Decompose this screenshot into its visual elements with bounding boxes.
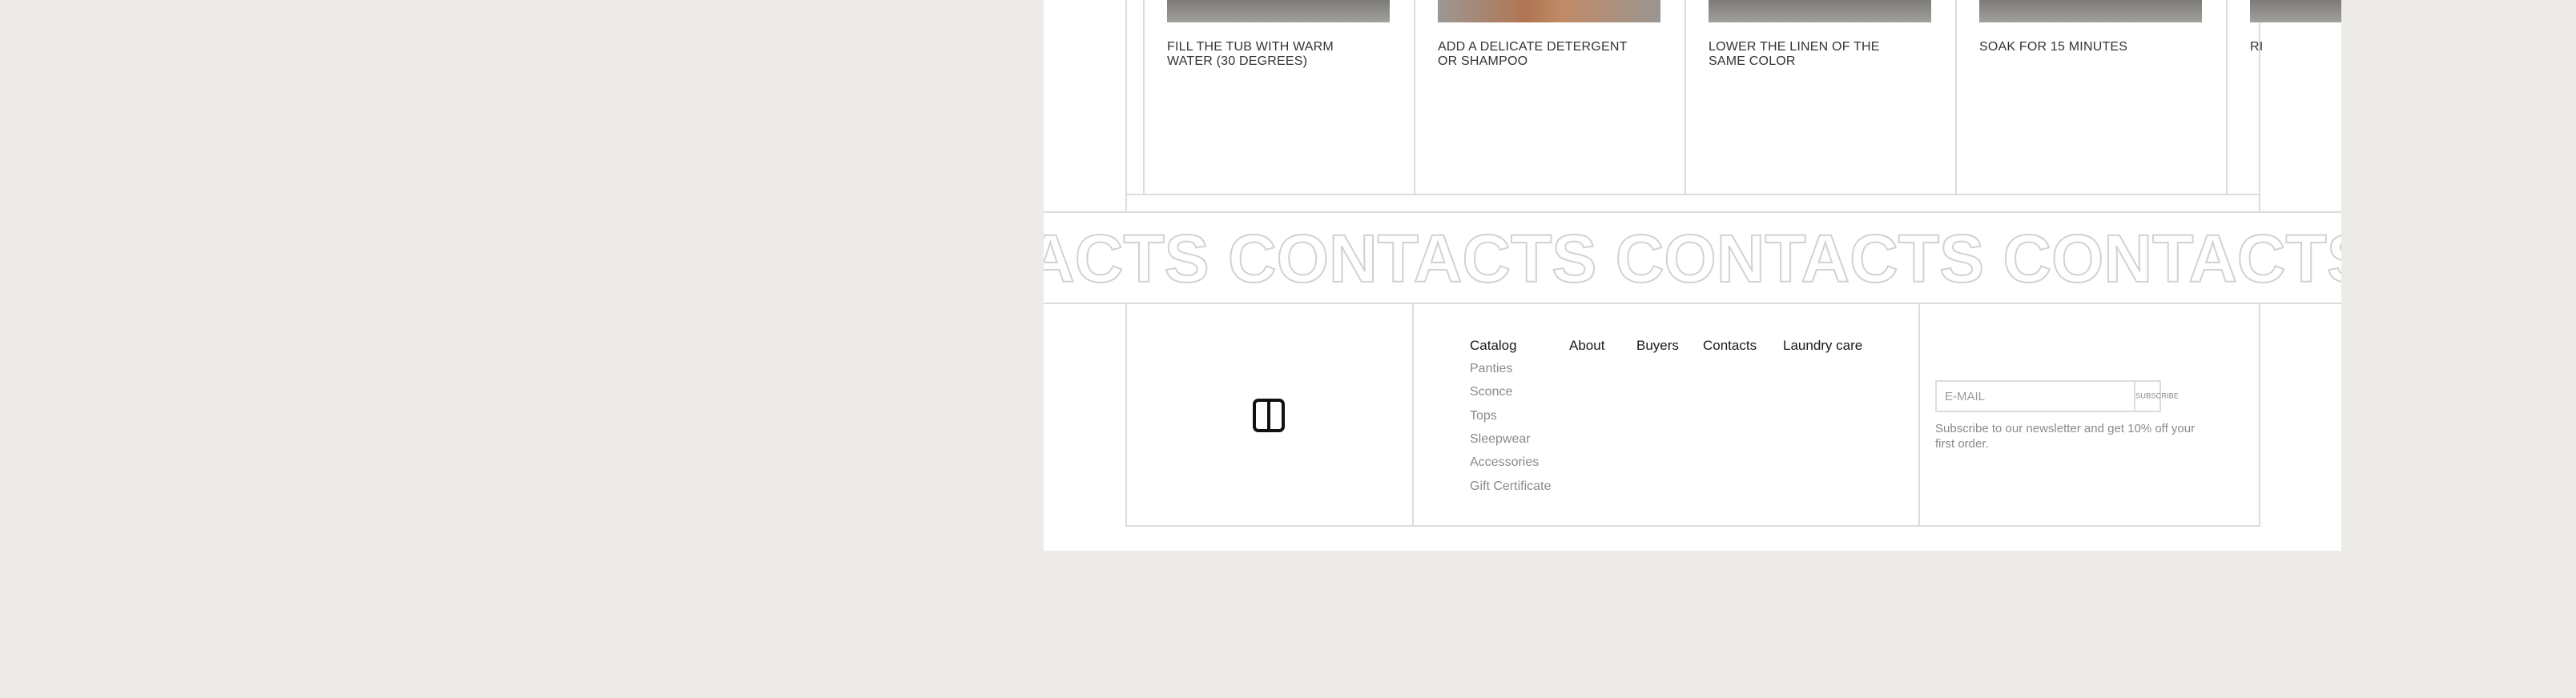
- step-card: LOWER THE LINEN OF THE SAME COLOR: [1684, 0, 1955, 194]
- step-card: ADD A DELICATE DETERGENT OR SHAMPOO: [1414, 0, 1684, 194]
- nav-buyers[interactable]: Buyers: [1636, 338, 1679, 354]
- catalog-item-sleepwear[interactable]: Sleepwear: [1470, 432, 1531, 447]
- newsletter-description: Subscribe to our newsletter and get 10% …: [1935, 422, 2196, 451]
- subscribe-button[interactable]: SUBSCRIBE: [2135, 382, 2179, 411]
- step-card: FILL THE TUB WITH WARM WATER (30 DEGREES…: [1143, 0, 1414, 194]
- step-label: ADD A DELICATE DETERGENT OR SHAMPOO: [1438, 40, 1628, 68]
- divider: [1125, 194, 2260, 195]
- marquee-text: ACTS CONTACTS CONTACTS CONTACTS CONTACTS: [1044, 220, 2341, 297]
- divider: [1125, 0, 1127, 211]
- step-image: [1979, 0, 2202, 22]
- subscribe-label: SUBSCRIBE: [2135, 391, 2180, 401]
- divider: [1125, 525, 2260, 527]
- nav-about[interactable]: About: [1569, 338, 1604, 354]
- catalog-item-panties[interactable]: Panties: [1470, 362, 1512, 376]
- nav-laundry-care[interactable]: Laundry care: [1783, 338, 1862, 354]
- step-image: [1438, 0, 1660, 22]
- footer-newsletter-column: [1918, 304, 2260, 527]
- footer-logo-column: [1125, 304, 1412, 527]
- page-content: FILL THE TUB WITH WARM WATER (30 DEGREES…: [1044, 0, 2341, 551]
- catalog-item-accessories[interactable]: Accessories: [1470, 455, 1539, 470]
- step-label: LOWER THE LINEN OF THE SAME COLOR: [1709, 40, 1880, 68]
- contacts-marquee: ACTS CONTACTS CONTACTS CONTACTS CONTACTS: [1044, 211, 2341, 304]
- step-label: RI: [2250, 40, 2264, 54]
- email-input[interactable]: [1937, 382, 2135, 411]
- nav-catalog[interactable]: Catalog: [1470, 338, 1517, 354]
- step-image: [1167, 0, 1390, 22]
- marquee-label: ACTS CONTACTS CONTACTS CONTACTS CONTACTS: [1044, 221, 2341, 296]
- catalog-item-gift-certificate[interactable]: Gift Certificate: [1470, 479, 1551, 494]
- laundry-steps-section: FILL THE TUB WITH WARM WATER (30 DEGREES…: [1044, 0, 2341, 211]
- catalog-item-sconce[interactable]: Sconce: [1470, 385, 1512, 399]
- step-label: FILL THE TUB WITH WARM WATER (30 DEGREES…: [1167, 40, 1334, 68]
- step-image: [2250, 0, 2341, 22]
- step-image: [1709, 0, 1931, 22]
- nav-contacts[interactable]: Contacts: [1703, 338, 1757, 354]
- step-card: RI: [2226, 0, 2341, 194]
- step-card: SOAK FOR 15 MINUTES: [1955, 0, 2226, 194]
- catalog-item-tops[interactable]: Tops: [1470, 409, 1497, 423]
- brand-logo-icon[interactable]: [1253, 399, 1285, 432]
- footer: Catalog About Buyers Contacts Laundry ca…: [1044, 304, 2341, 527]
- newsletter-form: SUBSCRIBE: [1935, 380, 2179, 412]
- step-label: SOAK FOR 15 MINUTES: [1979, 40, 2128, 54]
